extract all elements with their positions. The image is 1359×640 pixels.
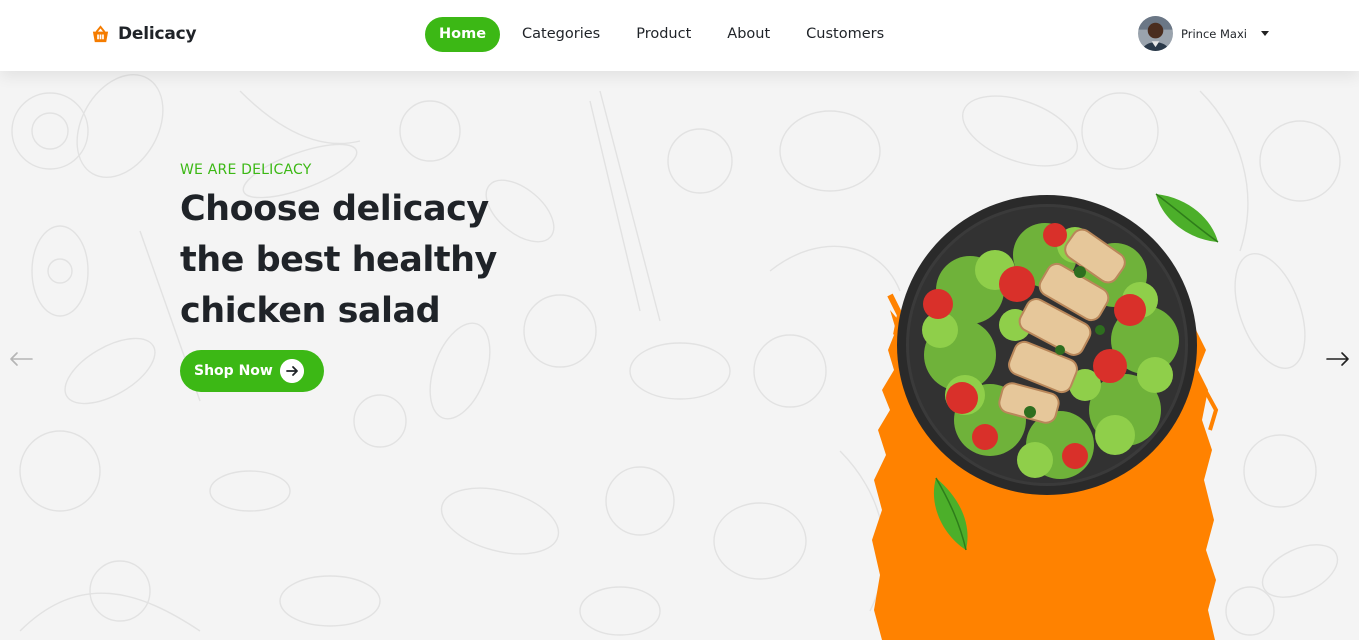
headline-line: chicken salad <box>180 291 441 331</box>
headline-line: the best healthy <box>180 240 497 280</box>
hero-eyebrow: WE ARE DELICACY <box>180 162 312 178</box>
arrow-left-icon[interactable] <box>8 349 34 369</box>
shop-now-label: Shop Now <box>194 363 273 379</box>
nav-item-customers[interactable]: Customers <box>788 17 902 52</box>
brand-name: Delicacy <box>118 24 197 44</box>
avatar <box>1138 16 1173 51</box>
top-navbar: Delicacy Home Categories Product About C… <box>0 0 1359 71</box>
user-menu[interactable]: Prince Maxi <box>1138 16 1269 51</box>
basket-icon <box>92 24 109 42</box>
nav-item-home[interactable]: Home <box>425 17 501 52</box>
hero-headline: Choose delicacy the best healthy chicken… <box>180 184 520 337</box>
headline-line: Choose delicacy <box>180 189 489 229</box>
nav-item-about[interactable]: About <box>709 17 788 52</box>
arrow-right-icon[interactable] <box>1325 349 1351 369</box>
salad-bowl-image <box>872 193 1219 640</box>
leaf-decoration <box>1155 193 1219 243</box>
main-nav: Home Categories Product About Customers <box>425 17 902 52</box>
nav-item-categories[interactable]: Categories <box>504 17 618 52</box>
arrow-right-icon <box>280 359 304 383</box>
caret-down-icon <box>1260 31 1269 36</box>
nav-item-product[interactable]: Product <box>618 17 709 52</box>
brand-logo[interactable]: Delicacy <box>91 24 197 44</box>
shop-now-button[interactable]: Shop Now <box>180 350 324 392</box>
user-name: Prince Maxi <box>1181 26 1247 41</box>
